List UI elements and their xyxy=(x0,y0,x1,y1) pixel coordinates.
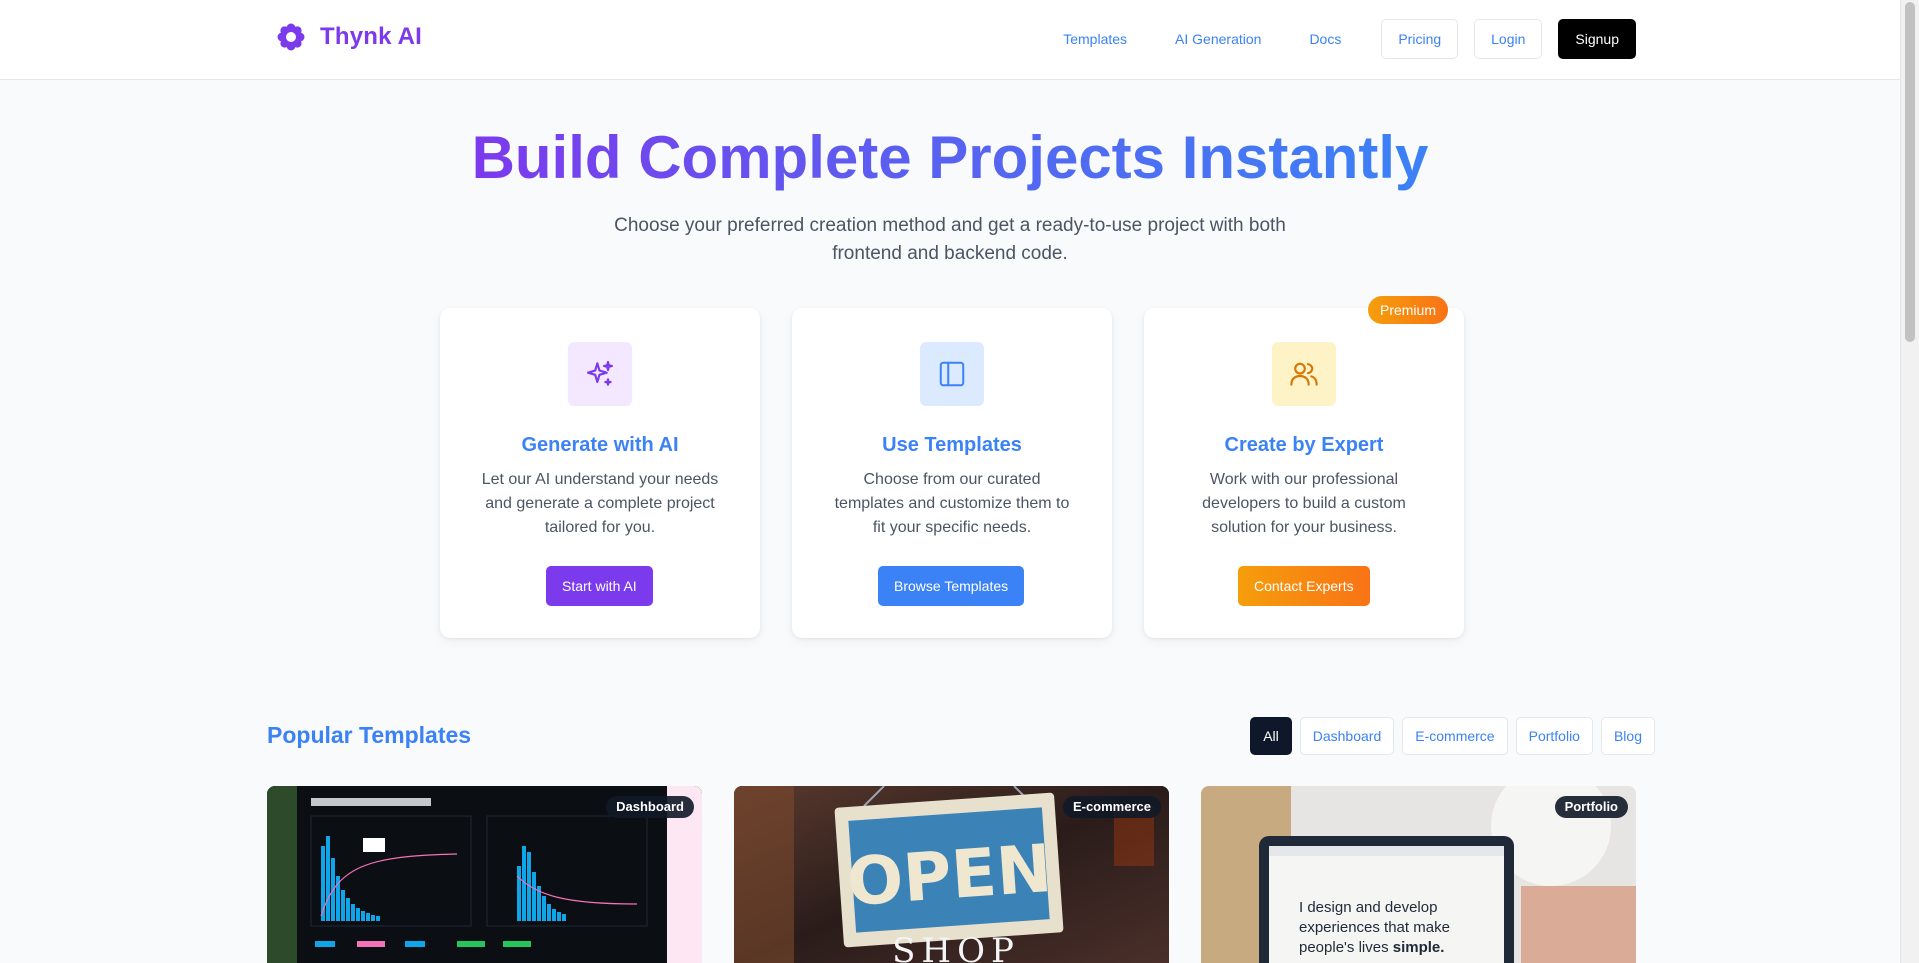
pricing-button[interactable]: Pricing xyxy=(1381,19,1459,59)
card-title: Use Templates xyxy=(882,434,1022,456)
template-card-dashboard[interactable]: Dashboard xyxy=(267,786,702,963)
card-use-templates: Use Templates Choose from our curated te… xyxy=(792,308,1112,638)
hero-title: Build Complete Projects Instantly xyxy=(471,124,1429,191)
brand-logo[interactable]: Thynk AI xyxy=(276,22,422,52)
sparkles-icon xyxy=(586,360,614,386)
browse-templates-button[interactable]: Browse Templates xyxy=(878,566,1025,606)
nav-ai-generation-link[interactable]: AI Generation xyxy=(1151,19,1285,59)
filter-ecommerce[interactable]: E-commerce xyxy=(1402,717,1508,755)
premium-badge: Premium xyxy=(1367,296,1448,324)
layout-icon-box xyxy=(920,342,984,406)
flower-logo-icon xyxy=(277,23,305,51)
card-description: Let our AI understand your needs and gen… xyxy=(481,471,719,536)
users-icon xyxy=(1290,362,1318,386)
nav-templates-link[interactable]: Templates xyxy=(1039,19,1151,59)
popular-templates-title: Popular Templates xyxy=(267,722,472,748)
signup-button[interactable]: Signup xyxy=(1558,19,1636,59)
card-title: Create by Expert xyxy=(1224,434,1384,456)
scrollbar-thumb[interactable] xyxy=(1905,2,1915,342)
template-card-ecommerce[interactable]: OPEN SHOP E-commerce xyxy=(734,786,1169,963)
filter-all[interactable]: All xyxy=(1250,717,1292,755)
brand-name: Thynk AI xyxy=(320,23,423,50)
users-icon-box xyxy=(1272,342,1336,406)
template-filters: All Dashboard E-commerce Portfolio Blog xyxy=(1250,717,1655,755)
login-button[interactable]: Login xyxy=(1474,19,1543,59)
open-sign-text: OPEN xyxy=(845,830,1055,921)
svg-text:I design and develop: I design and develop xyxy=(1299,899,1437,916)
nav-docs-link[interactable]: Docs xyxy=(1285,19,1365,59)
card-description: Work with our professional developers to… xyxy=(1202,471,1406,536)
sparkles-icon-box xyxy=(568,342,632,406)
card-description: Choose from our curated templates and cu… xyxy=(834,471,1070,536)
page-scrollbar[interactable] xyxy=(1900,0,1919,963)
template-card-portfolio[interactable]: I design and develop experiences that ma… xyxy=(1201,786,1636,963)
card-generate-with-ai: Generate with AI Let our AI understand y… xyxy=(440,308,760,638)
svg-text:people's lives simple.: people's lives simple. xyxy=(1299,939,1444,956)
template-category-badge: Portfolio xyxy=(1554,796,1628,818)
card-title: Generate with AI xyxy=(521,434,679,456)
filter-blog[interactable]: Blog xyxy=(1600,717,1655,755)
card-create-by-expert: Premium Create by Expert Work with our p… xyxy=(1144,296,1464,638)
contact-experts-button[interactable]: Contact Experts xyxy=(1238,566,1370,606)
filter-dashboard[interactable]: Dashboard xyxy=(1299,717,1395,755)
hero-subtitle: Choose your preferred creation method an… xyxy=(614,215,1286,264)
template-category-badge: Dashboard xyxy=(606,796,694,818)
svg-text:experiences that make: experiences that make xyxy=(1299,919,1450,936)
template-category-badge: E-commerce xyxy=(1062,796,1161,818)
start-with-ai-button[interactable]: Start with AI xyxy=(546,566,653,606)
main-nav: Templates AI Generation Docs Pricing Log… xyxy=(1039,19,1636,59)
svg-text:SHOP: SHOP xyxy=(892,931,1020,963)
top-navbar: Thynk AI Templates AI Generation Docs Pr… xyxy=(0,0,1900,80)
filter-portfolio[interactable]: Portfolio xyxy=(1515,717,1593,755)
layout-icon xyxy=(939,361,965,387)
